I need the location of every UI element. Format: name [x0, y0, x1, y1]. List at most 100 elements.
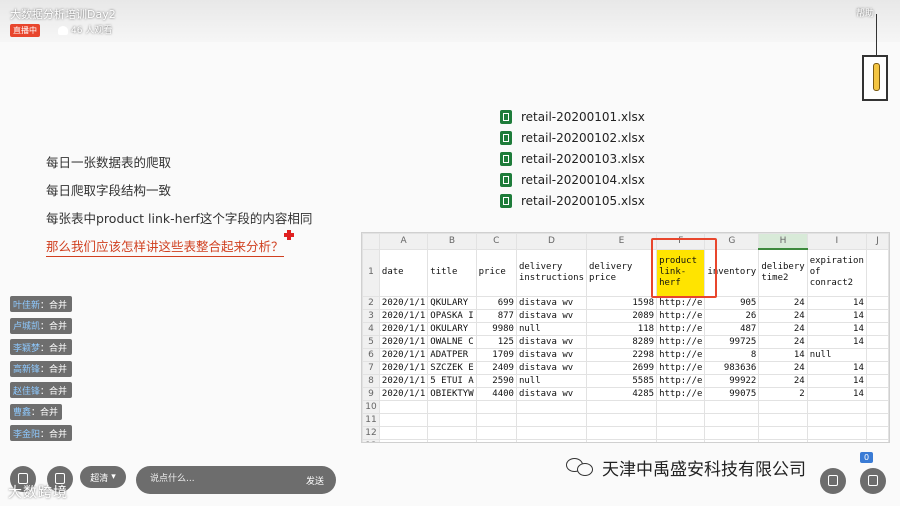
cell-inventory[interactable]: 905: [704, 296, 760, 310]
row-number[interactable]: 10: [362, 400, 380, 414]
chat-user[interactable]: 高新锋: [13, 362, 40, 375]
row-number[interactable]: 2: [362, 296, 380, 310]
cell-expiration[interactable]: 14: [806, 309, 867, 323]
column-header[interactable]: A: [378, 233, 429, 250]
cell-inventory[interactable]: 99922: [704, 374, 760, 388]
header-cell[interactable]: delibery time2: [758, 248, 808, 297]
cell-delivery-price[interactable]: 2699: [585, 361, 658, 375]
cell-delibery-time[interactable]: 24: [758, 361, 808, 375]
header-cell[interactable]: date: [378, 248, 429, 297]
empty-cell[interactable]: [865, 361, 889, 375]
cell-price[interactable]: 699: [475, 296, 517, 310]
cell-delibery-time[interactable]: 24: [758, 335, 808, 349]
cell-product-link[interactable]: http://e: [656, 374, 706, 388]
row-number[interactable]: 8: [362, 374, 380, 388]
cell-delivery-instructions[interactable]: distava wv: [515, 387, 587, 401]
cell-inventory[interactable]: 99725: [704, 335, 760, 349]
header-cell[interactable]: expiration of conract2: [806, 248, 867, 297]
cell-delivery-price[interactable]: 2298: [585, 348, 658, 362]
cell-delivery-price[interactable]: 118: [585, 322, 658, 336]
cell-expiration[interactable]: 14: [806, 296, 867, 310]
cell-delivery-instructions[interactable]: null: [515, 374, 587, 388]
cell-price[interactable]: 1709: [475, 348, 517, 362]
empty-cell[interactable]: [865, 322, 889, 336]
cell-expiration[interactable]: 14: [806, 387, 867, 401]
gift-button[interactable]: [820, 468, 846, 494]
cell-delivery-price[interactable]: 4285: [585, 387, 658, 401]
chat-user[interactable]: 叶佳新: [13, 298, 40, 311]
cell-delivery-instructions[interactable]: distava wv: [515, 348, 587, 362]
cell-title[interactable]: ADATPER: [427, 348, 477, 362]
cell-title[interactable]: SZCZEK E: [427, 361, 477, 375]
cell-date[interactable]: 2020/1/1: [378, 374, 429, 388]
row-number[interactable]: 1: [362, 248, 380, 297]
cell-price[interactable]: 4400: [475, 387, 517, 401]
empty-cell[interactable]: [865, 296, 889, 310]
cell-delivery-price[interactable]: 5585: [585, 374, 658, 388]
cell-delibery-time[interactable]: 24: [758, 309, 808, 323]
cell-delivery-instructions[interactable]: distava wv: [515, 296, 587, 310]
cell-price[interactable]: 2590: [475, 374, 517, 388]
row-number[interactable]: 11: [362, 413, 380, 427]
column-header[interactable]: B: [427, 233, 477, 250]
empty-cell[interactable]: [865, 335, 889, 349]
chat-user[interactable]: 曹鑫: [13, 405, 31, 418]
like-button[interactable]: [860, 468, 886, 494]
cell-date[interactable]: 2020/1/1: [378, 335, 429, 349]
chat-user[interactable]: 赵佳锋: [13, 384, 40, 397]
column-header[interactable]: E: [585, 233, 658, 250]
cell-delivery-instructions[interactable]: distava wv: [515, 361, 587, 375]
send-button[interactable]: 发送: [306, 474, 324, 487]
cell-delivery-instructions[interactable]: distava wv: [515, 335, 587, 349]
cell-title[interactable]: OBIEKTYW: [427, 387, 477, 401]
empty-cell[interactable]: [865, 387, 889, 401]
cell-product-link[interactable]: http://e: [656, 309, 706, 323]
chat-user[interactable]: 李颖梦: [13, 341, 40, 354]
column-header[interactable]: J: [865, 233, 889, 250]
cell-delivery-price[interactable]: 8289: [585, 335, 658, 349]
cell-product-link[interactable]: http://e: [656, 348, 706, 362]
cell-date[interactable]: 2020/1/1: [378, 387, 429, 401]
cell-product-link[interactable]: http://e: [656, 296, 706, 310]
header-cell[interactable]: delivery instructions: [515, 248, 587, 297]
cell-expiration[interactable]: 14: [806, 374, 867, 388]
row-number[interactable]: 12: [362, 426, 380, 440]
chat-input[interactable]: [148, 473, 292, 485]
cell-delibery-time[interactable]: 24: [758, 374, 808, 388]
cell-delibery-time[interactable]: 14: [758, 348, 808, 362]
cell-delibery-time[interactable]: 24: [758, 296, 808, 310]
cell-date[interactable]: 2020/1/1: [378, 322, 429, 336]
cell-title[interactable]: OPASKA I: [427, 309, 477, 323]
cell-product-link[interactable]: http://e: [656, 361, 706, 375]
column-header[interactable]: D: [515, 233, 587, 250]
chat-user[interactable]: 李金阳: [13, 427, 40, 440]
row-number[interactable]: 4: [362, 322, 380, 336]
empty-cell[interactable]: [865, 248, 889, 297]
cell-delivery-instructions[interactable]: null: [515, 322, 587, 336]
quality-selector[interactable]: 超清 ▾: [80, 466, 126, 488]
cell-title[interactable]: QKULARY: [427, 296, 477, 310]
column-header[interactable]: I: [806, 233, 867, 250]
spreadsheet[interactable]: A B C D E F G H I J 1 date title price d…: [361, 232, 890, 443]
empty-cell[interactable]: [865, 348, 889, 362]
cell-inventory[interactable]: 487: [704, 322, 760, 336]
cell-delivery-instructions[interactable]: distava wv: [515, 309, 587, 323]
cell-product-link[interactable]: http://e: [656, 335, 706, 349]
cell-delibery-time[interactable]: 2: [758, 387, 808, 401]
cell-expiration[interactable]: null: [806, 348, 867, 362]
row-number[interactable]: 6: [362, 348, 380, 362]
empty-cell[interactable]: [865, 309, 889, 323]
cell-expiration[interactable]: 14: [806, 361, 867, 375]
cell-price[interactable]: 2409: [475, 361, 517, 375]
cell-product-link[interactable]: http://e: [656, 322, 706, 336]
cell-date[interactable]: 2020/1/1: [378, 361, 429, 375]
cell-inventory[interactable]: 99075: [704, 387, 760, 401]
cell-inventory[interactable]: 26: [704, 309, 760, 323]
cell-inventory[interactable]: 8: [704, 348, 760, 362]
column-header[interactable]: C: [475, 233, 517, 250]
cell-expiration[interactable]: 14: [806, 335, 867, 349]
cell-title[interactable]: 5 ETUI A: [427, 374, 477, 388]
cell-title[interactable]: OKULARY: [427, 322, 477, 336]
chat-user[interactable]: 卢城凯: [13, 319, 40, 332]
select-all-corner[interactable]: [362, 233, 380, 250]
